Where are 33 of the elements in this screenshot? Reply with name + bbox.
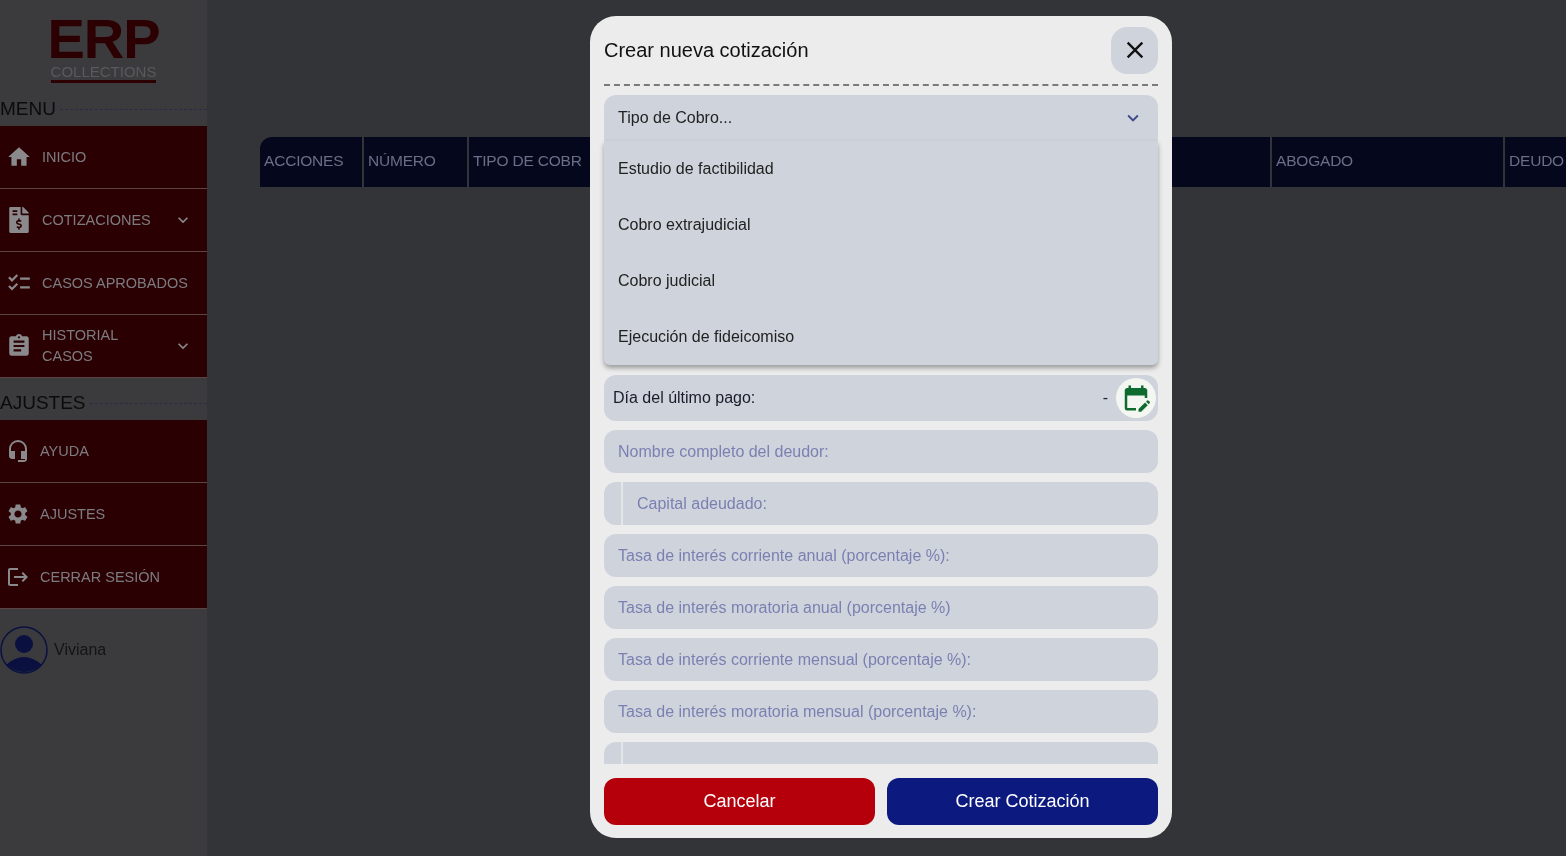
input-field[interactable]: Tasa de interés moratoria anual (porcentaje %) (604, 586, 1158, 629)
nav-icon (6, 502, 30, 526)
nav-item[interactable]: HISTORIAL CASOS (0, 315, 207, 378)
nav-icon (6, 207, 32, 233)
nav-icon (6, 439, 30, 463)
logo-title: ERP (47, 14, 160, 64)
column-header: NÚMERO (364, 137, 467, 187)
dialog-title: Crear nueva cotización (604, 38, 809, 62)
cancel-button[interactable]: Cancelar (604, 778, 875, 825)
nav-item[interactable]: CERRAR SESIÓN (0, 546, 207, 609)
select-field[interactable]: Tipo de Cobro... (604, 95, 1158, 141)
create-button[interactable]: Crear Cotización (887, 778, 1158, 825)
dropdown-option[interactable]: Ejecución de fideicomiso (604, 309, 1158, 365)
dropdown-option[interactable]: Cobro extrajudicial (604, 197, 1158, 253)
nav-icon (6, 565, 30, 589)
nav-item[interactable]: INICIO (0, 126, 207, 189)
input-field[interactable]: Tasa de interés corriente anual (porcentaje %): (604, 534, 1158, 577)
dropdown-option[interactable]: Cobro judicial (604, 253, 1158, 309)
nav-item[interactable]: COTIZACIONES (0, 189, 207, 252)
input-field[interactable]: Tasa de interés corriente mensual (porcentaje %): (604, 638, 1158, 681)
nav-item[interactable]: AJUSTES (0, 483, 207, 546)
input-field[interactable]: Nombre completo del deudor: (604, 430, 1158, 473)
nav-icon (6, 333, 32, 359)
column-header: ABOGADO (1272, 137, 1503, 187)
calendar-edit-icon[interactable] (1116, 378, 1156, 418)
input-field[interactable]: Capital adeudado: (604, 482, 1158, 525)
close-button[interactable] (1111, 26, 1158, 74)
column-header: DEUDO (1505, 137, 1566, 187)
nav-item[interactable]: AYUDA (0, 420, 207, 483)
nav-item[interactable]: CASOS APROBADOS (0, 252, 207, 315)
column-header: ACCIONES (260, 137, 362, 187)
date-field[interactable]: Día del último pago: - (604, 375, 1158, 421)
input-field[interactable]: Tasa de interés moratoria mensual (porcentaje %): (604, 690, 1158, 733)
